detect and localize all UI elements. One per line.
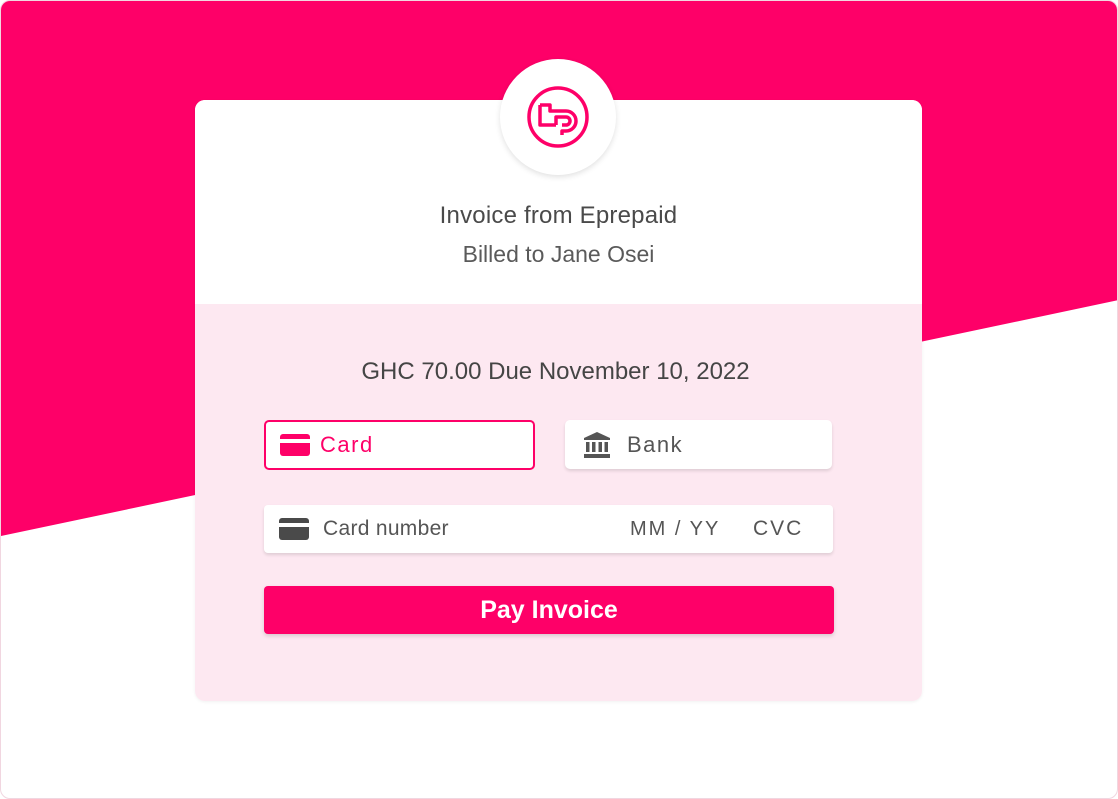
billed-to-text: Billed to Jane Osei (462, 241, 655, 267)
amount-due-text: GHC 70.00 Due November 10, 2022 (361, 358, 750, 385)
tab-card-label: Card (320, 432, 374, 457)
tab-bank-label: Bank (627, 431, 684, 457)
tab-card[interactable]: Card (264, 420, 535, 470)
card-details-field[interactable]: Card number MM / YY CVC (264, 505, 833, 553)
invoice-title: Invoice from Eprepaid (439, 202, 678, 229)
merchant-logo (500, 59, 616, 175)
bank-icon (584, 431, 610, 458)
expiry-input[interactable]: MM / YY (630, 518, 720, 541)
card-number-input[interactable]: Card number (323, 517, 449, 541)
credit-card-icon (279, 518, 309, 540)
credit-card-icon (280, 434, 310, 456)
pay-invoice-button[interactable]: Pay Invoice (264, 586, 834, 634)
eprepaid-logo-icon (527, 86, 589, 148)
tab-bank[interactable]: Bank (565, 420, 832, 469)
cvc-input[interactable]: CVC (753, 517, 803, 541)
